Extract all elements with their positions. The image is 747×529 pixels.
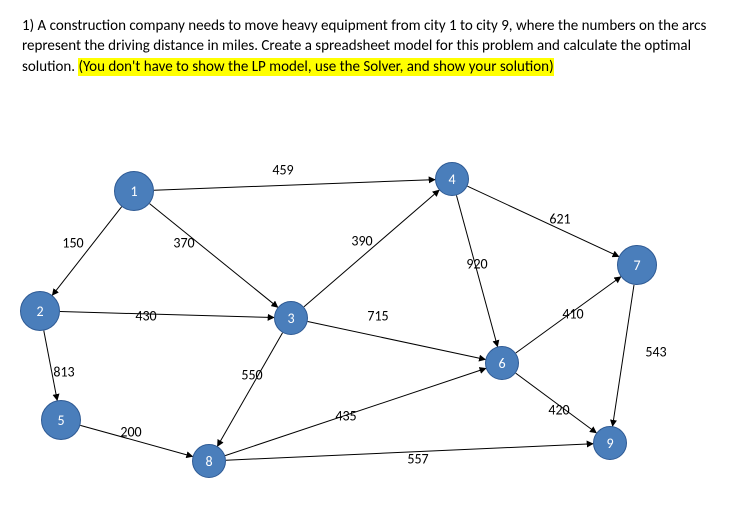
edge-weight-7-9: 543	[645, 344, 666, 361]
edge-1-4	[154, 180, 435, 191]
node-3: 3	[274, 301, 308, 335]
edge-weight-1-3: 370	[173, 235, 194, 252]
node-2: 2	[20, 291, 60, 331]
network-graph: 1503704594308133907155509206212004104205…	[0, 0, 747, 529]
edge-3-6	[308, 322, 486, 360]
edge-weight-2-5: 813	[53, 364, 74, 381]
edge-7-9	[613, 285, 634, 426]
node-9: 9	[593, 426, 627, 460]
edge-3-8	[217, 333, 282, 447]
edge-2-3	[60, 312, 274, 318]
edge-weight-3-4: 390	[351, 233, 372, 250]
node-5: 5	[41, 400, 81, 440]
node-4: 4	[435, 162, 469, 196]
edge-weight-8-6: 435	[335, 408, 356, 425]
edge-weight-4-7: 621	[549, 211, 570, 228]
edge-weight-1-4: 459	[272, 162, 293, 179]
node-1: 1	[114, 171, 154, 211]
edge-4-7	[467, 186, 618, 256]
edge-1-3	[150, 204, 278, 308]
node-8: 8	[192, 444, 226, 478]
edge-weight-3-6: 715	[367, 308, 388, 325]
node-6: 6	[485, 346, 519, 380]
edge-weight-2-3: 430	[135, 308, 156, 325]
edge-weight-8-9: 557	[407, 451, 428, 468]
edge-weight-5-8: 200	[120, 424, 141, 441]
edge-weight-3-8: 550	[241, 367, 262, 384]
edge-weight-6-9: 420	[548, 402, 569, 419]
edge-weight-1-2: 150	[62, 235, 83, 252]
edge-weight-6-7: 410	[562, 306, 583, 323]
node-7: 7	[617, 245, 657, 285]
edge-weight-4-6: 920	[466, 256, 487, 273]
